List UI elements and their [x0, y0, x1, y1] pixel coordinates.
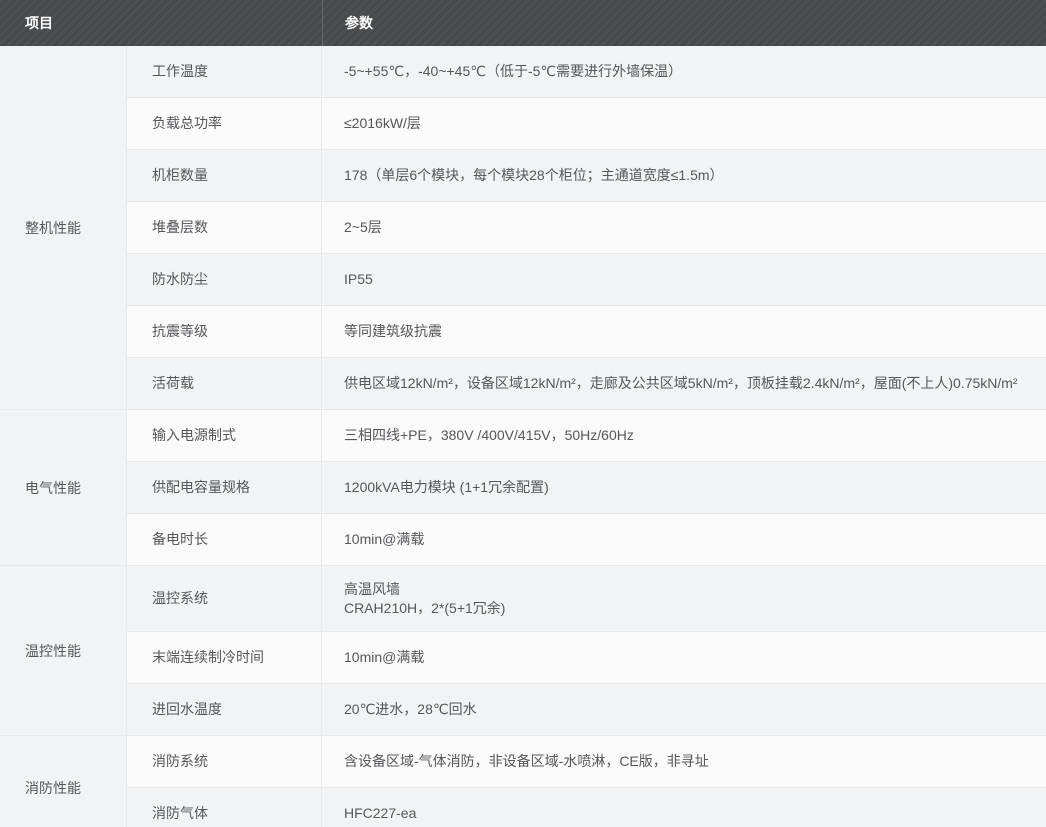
spec-value: 10min@满载: [322, 514, 1046, 565]
spec-row: 机柜数量 178（单层6个模块，每个模块28个柜位；主通道宽度≤1.5m）: [127, 150, 1046, 202]
spec-value: 等同建筑级抗震: [322, 306, 1046, 357]
section-fire-protection: 消防性能 消防系统 含设备区域-气体消防，非设备区域-水喷淋，CE版，非寻址 消…: [0, 736, 1046, 827]
spec-value: HFC227-ea: [322, 788, 1046, 827]
spec-value: 供电区域12kN/m²，设备区域12kN/m²，走廊及公共区域5kN/m²，顶板…: [322, 358, 1046, 409]
spec-label: 防水防尘: [127, 254, 322, 305]
spec-value: 20℃进水，28℃回水: [322, 684, 1046, 735]
section-electrical-performance: 电气性能 输入电源制式 三相四线+PE，380V /400V/415V，50Hz…: [0, 410, 1046, 566]
spec-label: 供配电容量规格: [127, 462, 322, 513]
spec-value: IP55: [322, 254, 1046, 305]
spec-label: 温控系统: [127, 566, 322, 631]
spec-row: 温控系统 高温风墙 CRAH210H，2*(5+1冗余): [127, 566, 1046, 632]
group-label: 消防性能: [25, 778, 81, 798]
spec-value: 2~5层: [322, 202, 1046, 253]
spec-row: 备电时长 10min@满载: [127, 514, 1046, 566]
spec-row: 输入电源制式 三相四线+PE，380V /400V/415V，50Hz/60Hz: [127, 410, 1046, 462]
spec-sheet-page: 项目 参数 整机性能 工作温度 -5~+55℃，-40~+45℃（低于-5℃需要…: [0, 0, 1046, 827]
section-rows: 消防系统 含设备区域-气体消防，非设备区域-水喷淋，CE版，非寻址 消防气体 H…: [127, 736, 1046, 827]
group-label: 整机性能: [25, 218, 81, 238]
spec-value: 1200kVA电力模块 (1+1冗余配置): [322, 462, 1046, 513]
spec-label: 进回水温度: [127, 684, 322, 735]
spec-label: 抗震等级: [127, 306, 322, 357]
spec-label: 机柜数量: [127, 150, 322, 201]
spec-label: 末端连续制冷时间: [127, 632, 322, 683]
group-label: 电气性能: [25, 478, 81, 498]
spec-row: 工作温度 -5~+55℃，-40~+45℃（低于-5℃需要进行外墙保温）: [127, 46, 1046, 98]
group-cell-fire: 消防性能: [0, 736, 127, 827]
section-rows: 温控系统 高温风墙 CRAH210H，2*(5+1冗余) 末端连续制冷时间 10…: [127, 566, 1046, 736]
table-header: 项目 参数: [0, 0, 1046, 46]
section-cooling-performance: 温控性能 温控系统 高温风墙 CRAH210H，2*(5+1冗余) 末端连续制冷…: [0, 566, 1046, 736]
group-cell-electrical: 电气性能: [0, 410, 127, 566]
spec-row: 进回水温度 20℃进水，28℃回水: [127, 684, 1046, 736]
spec-row: 供配电容量规格 1200kVA电力模块 (1+1冗余配置): [127, 462, 1046, 514]
group-label: 温控性能: [25, 641, 81, 661]
spec-value: 含设备区域-气体消防，非设备区域-水喷淋，CE版，非寻址: [322, 736, 1046, 787]
spec-row: 消防气体 HFC227-ea: [127, 788, 1046, 827]
spec-label: 备电时长: [127, 514, 322, 565]
spec-label: 堆叠层数: [127, 202, 322, 253]
spec-label: 消防气体: [127, 788, 322, 827]
spec-value: 三相四线+PE，380V /400V/415V，50Hz/60Hz: [322, 410, 1046, 461]
spec-row: 抗震等级 等同建筑级抗震: [127, 306, 1046, 358]
spec-label: 消防系统: [127, 736, 322, 787]
spec-row: 负载总功率 ≤2016kW/层: [127, 98, 1046, 150]
header-cell-param: 参数: [322, 0, 1046, 46]
spec-value: 高温风墙 CRAH210H，2*(5+1冗余): [322, 566, 1046, 631]
spec-row: 消防系统 含设备区域-气体消防，非设备区域-水喷淋，CE版，非寻址: [127, 736, 1046, 788]
group-cell-cooling: 温控性能: [0, 566, 127, 736]
spec-label: 工作温度: [127, 46, 322, 97]
spec-value: 10min@满载: [322, 632, 1046, 683]
spec-row: 末端连续制冷时间 10min@满载: [127, 632, 1046, 684]
spec-label: 输入电源制式: [127, 410, 322, 461]
spec-row: 防水防尘 IP55: [127, 254, 1046, 306]
section-overall-performance: 整机性能 工作温度 -5~+55℃，-40~+45℃（低于-5℃需要进行外墙保温…: [0, 46, 1046, 410]
spec-value: ≤2016kW/层: [322, 98, 1046, 149]
spec-row: 堆叠层数 2~5层: [127, 202, 1046, 254]
header-cell-item: 项目: [0, 0, 322, 46]
spec-value: 178（单层6个模块，每个模块28个柜位；主通道宽度≤1.5m）: [322, 150, 1046, 201]
section-rows: 工作温度 -5~+55℃，-40~+45℃（低于-5℃需要进行外墙保温） 负载总…: [127, 46, 1046, 410]
spec-table-body: 整机性能 工作温度 -5~+55℃，-40~+45℃（低于-5℃需要进行外墙保温…: [0, 46, 1046, 827]
spec-row: 活荷载 供电区域12kN/m²，设备区域12kN/m²，走廊及公共区域5kN/m…: [127, 358, 1046, 410]
spec-label: 活荷载: [127, 358, 322, 409]
section-rows: 输入电源制式 三相四线+PE，380V /400V/415V，50Hz/60Hz…: [127, 410, 1046, 566]
spec-label: 负载总功率: [127, 98, 322, 149]
group-cell-overall: 整机性能: [0, 46, 127, 410]
spec-value: -5~+55℃，-40~+45℃（低于-5℃需要进行外墙保温）: [322, 46, 1046, 97]
